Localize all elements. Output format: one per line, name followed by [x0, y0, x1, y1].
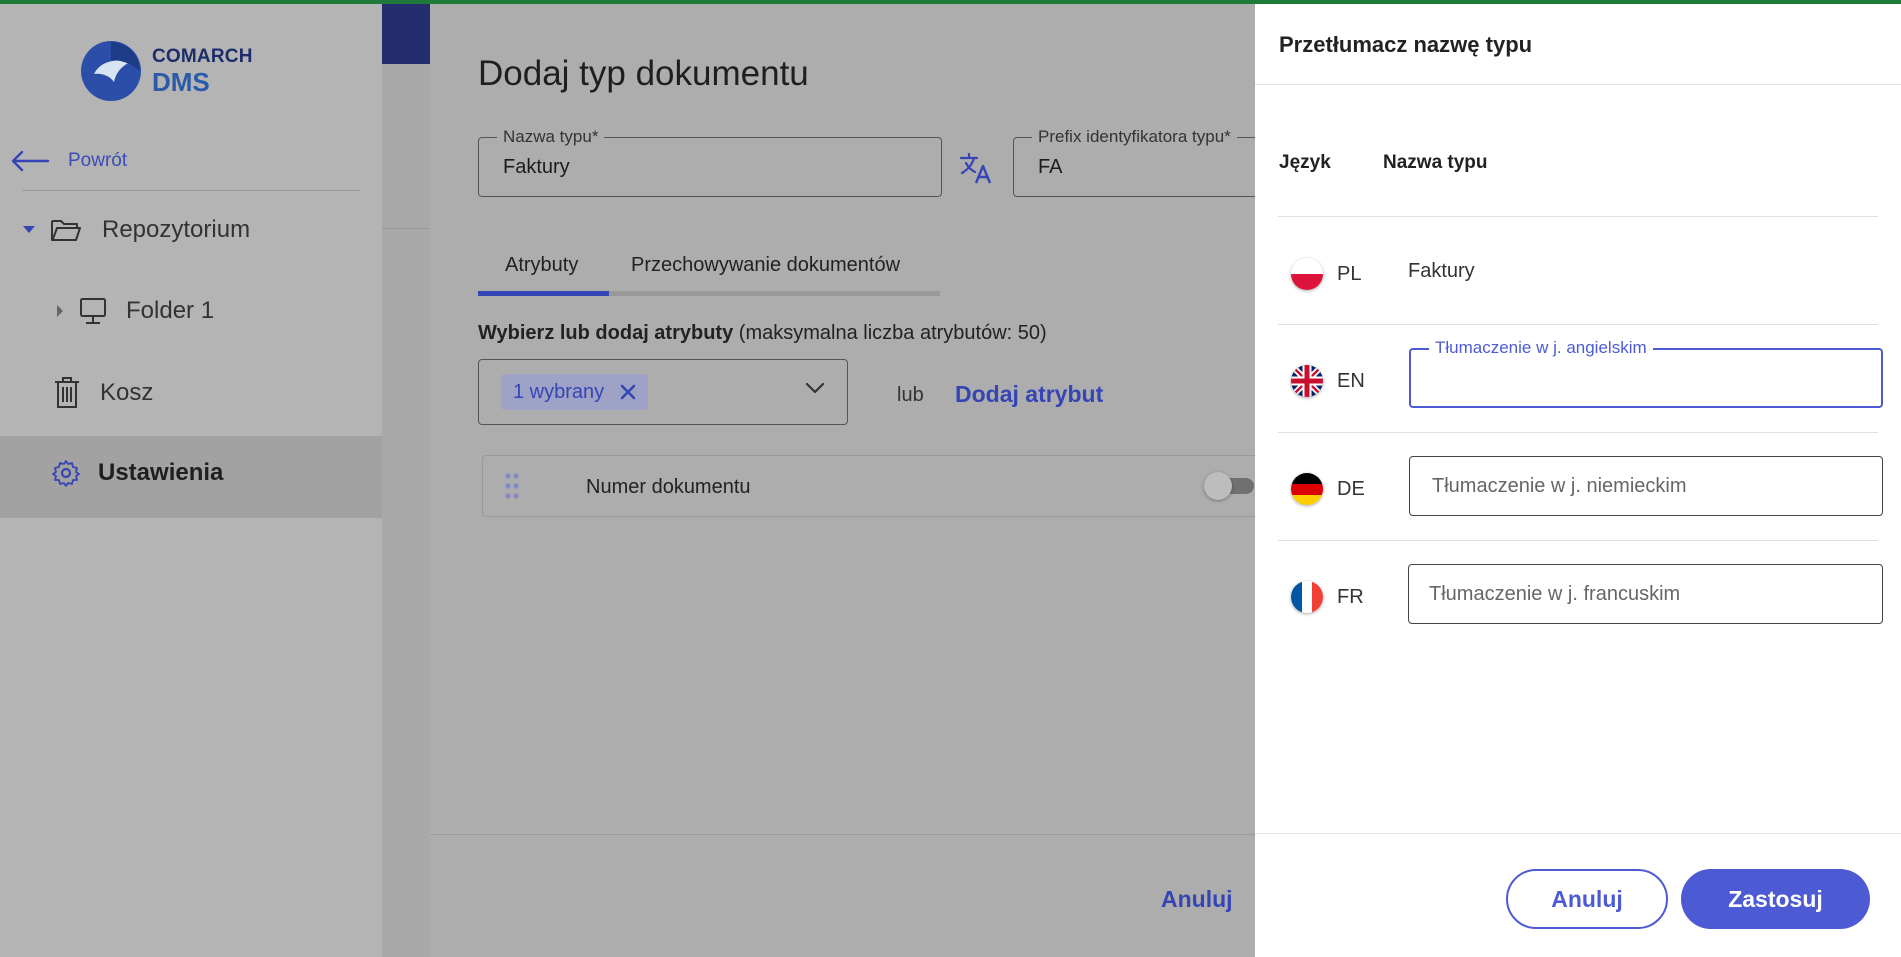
- gb-flag-icon: [1291, 365, 1323, 397]
- translate-icon[interactable]: [958, 150, 994, 186]
- sidebar-item-label: Ustawienia: [98, 459, 224, 486]
- sidebar-item-folder-1[interactable]: Folder 1: [56, 296, 214, 326]
- language-row-pl: PL: [1291, 257, 1411, 291]
- or-label: lub: [897, 384, 924, 406]
- folder-open-icon: [51, 220, 81, 241]
- comarch-logo-icon: [81, 41, 141, 101]
- attribute-required-toggle[interactable]: [1204, 472, 1254, 500]
- row-divider: [1278, 324, 1878, 325]
- tab-atrybuty[interactable]: Atrybuty: [505, 254, 578, 277]
- prefix-value[interactable]: FA: [1038, 156, 1062, 179]
- language-row-de: DE: [1291, 472, 1411, 506]
- de-translation-input[interactable]: Tłumaczenie w j. niemieckim: [1409, 456, 1883, 516]
- en-translation-label: Tłumaczenie w j. angielskim: [1429, 338, 1653, 358]
- caret-down-icon[interactable]: [22, 225, 36, 235]
- apply-button[interactable]: Zastosuj: [1681, 869, 1870, 929]
- sidebar-item-ustawienia[interactable]: Ustawienia: [52, 459, 223, 487]
- type-name-value[interactable]: Faktury: [503, 156, 570, 179]
- pl-translation-value: Faktury: [1408, 260, 1475, 282]
- prefix-label: Prefix identyfikatora typu*: [1032, 127, 1237, 147]
- type-name-label: Nazwa typu*: [497, 127, 605, 147]
- top-accent-bar: [0, 0, 1901, 4]
- close-icon[interactable]: [620, 384, 636, 400]
- language-code: EN: [1337, 369, 1365, 392]
- panel-title: Przetłumacz nazwę typu: [1279, 32, 1533, 57]
- language-code: DE: [1337, 477, 1365, 500]
- column-header-type-name: Nazwa typu: [1383, 152, 1488, 173]
- tab-active-indicator: [478, 291, 609, 296]
- sidebar-divider: [22, 190, 360, 191]
- attributes-heading: Wybierz lub dodaj atrybuty (maksymalna l…: [478, 322, 1047, 345]
- translate-panel: Przetłumacz nazwę typu Język Nazwa typu …: [1255, 4, 1901, 957]
- de-flag-icon: [1291, 473, 1323, 505]
- pl-flag-icon: [1291, 258, 1323, 290]
- sidebar-item-label: Kosz: [100, 379, 154, 406]
- language-code: FR: [1337, 585, 1364, 608]
- en-translation-input[interactable]: Tłumaczenie w j. angielskim: [1409, 338, 1883, 408]
- row-divider: [1278, 540, 1878, 541]
- sidebar: COMARCH DMS Powrót Repozytorium Folder 1…: [0, 4, 382, 957]
- row-divider: [1278, 216, 1878, 217]
- language-code: PL: [1337, 262, 1362, 285]
- attribute-row: Numer dokumentu: [482, 455, 1282, 517]
- attributes-heading-rest: (maksymalna liczba atrybutów: 50): [738, 322, 1047, 344]
- panel-header-divider: [1255, 84, 1901, 85]
- drag-handle-icon[interactable]: [503, 472, 521, 500]
- background-divider: [382, 228, 430, 229]
- caret-right-icon[interactable]: [56, 304, 64, 318]
- chip-label: 1 wybrany: [513, 380, 605, 403]
- tab-przechowywanie[interactable]: Przechowywanie dokumentów: [631, 254, 900, 277]
- logo-line1: COMARCH: [152, 46, 253, 67]
- gear-icon: [52, 460, 80, 487]
- arrow-left-icon: [11, 150, 50, 172]
- type-name-field[interactable]: Nazwa typu* Faktury: [478, 127, 942, 197]
- sidebar-item-label: Repozytorium: [102, 216, 251, 243]
- sidebar-item-kosz[interactable]: Kosz: [52, 376, 153, 410]
- dialog-footer-divider: [430, 834, 1256, 835]
- fr-translation-input[interactable]: Tłumaczenie w j. francuskim: [1408, 564, 1883, 624]
- logo-line2: DMS: [152, 67, 210, 97]
- back-label: Powrót: [68, 150, 128, 171]
- sidebar-item-label: Folder 1: [126, 297, 215, 324]
- column-header-language: Język: [1279, 152, 1331, 173]
- row-divider: [1278, 432, 1878, 433]
- attributes-heading-bold: Wybierz lub dodaj atrybuty: [478, 322, 734, 344]
- panel-footer-divider: [1255, 833, 1901, 834]
- language-row-en: EN: [1291, 364, 1411, 398]
- dialog-title: Dodaj typ dokumentu: [478, 54, 809, 93]
- add-document-type-dialog: Dodaj typ dokumentu Nazwa typu* Faktury …: [430, 4, 1313, 957]
- fr-flag-icon: [1291, 581, 1323, 613]
- trash-icon: [55, 377, 79, 408]
- computer-icon: [80, 298, 106, 324]
- selected-chip: 1 wybrany: [501, 374, 649, 410]
- panel-cancel-button[interactable]: Anuluj: [1506, 869, 1668, 929]
- dialog-tabs: Atrybuty Przechowywanie dokumentów: [478, 240, 940, 296]
- comarch-dms-logo: COMARCH DMS: [80, 40, 253, 102]
- attribute-select[interactable]: 1 wybrany: [478, 359, 848, 425]
- sidebar-item-repozytorium[interactable]: Repozytorium: [22, 216, 250, 244]
- toggle-knob: [1204, 472, 1232, 500]
- dialog-cancel-button[interactable]: Anuluj: [1161, 886, 1233, 913]
- fr-translation-placeholder: Tłumaczenie w j. francuskim: [1429, 583, 1681, 605]
- chevron-down-icon[interactable]: [805, 382, 825, 394]
- de-translation-placeholder: Tłumaczenie w j. niemieckim: [1432, 475, 1687, 497]
- attribute-label: Numer dokumentu: [586, 476, 751, 498]
- back-link[interactable]: Powrót: [10, 150, 127, 172]
- background-header: [382, 4, 430, 64]
- add-attribute-link[interactable]: Dodaj atrybut: [955, 381, 1103, 408]
- language-row-fr: FR: [1291, 580, 1411, 614]
